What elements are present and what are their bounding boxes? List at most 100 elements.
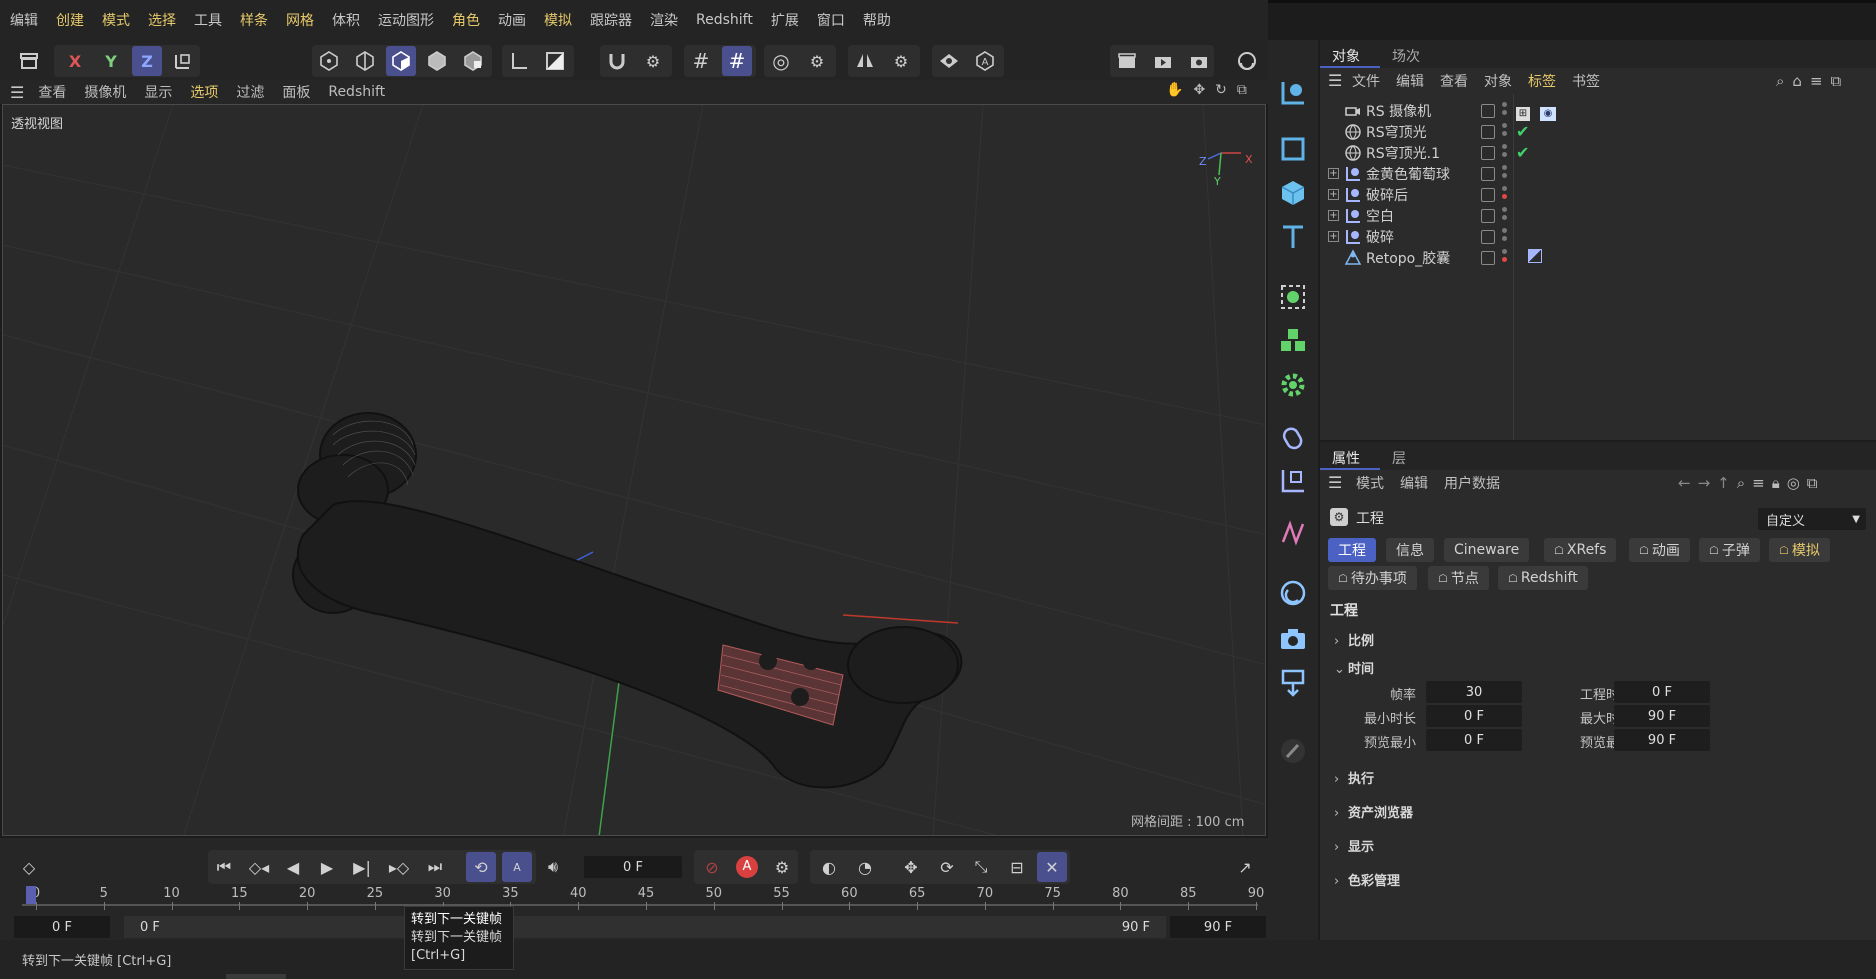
attribute-tab[interactable]: ☖ 节点	[1428, 566, 1489, 590]
move-arrows-icon[interactable]: ✥	[1193, 82, 1205, 98]
tab-attributes[interactable]: 属性	[1332, 448, 1360, 468]
visibility-dots[interactable]	[1502, 227, 1508, 246]
section-asset-browser[interactable]: › 资产浏览器	[1334, 802, 1413, 821]
volume-button[interactable]: 🔊︎	[538, 852, 568, 882]
rectangle-select-button[interactable]	[1276, 132, 1310, 166]
null-object-button[interactable]	[1276, 464, 1310, 498]
next-key-button[interactable]: ▸◇	[384, 852, 414, 882]
visibility-dots[interactable]	[1502, 101, 1508, 120]
object-menu-item[interactable]: 书签	[1572, 71, 1600, 91]
axis-y-lock-button[interactable]: Y	[96, 46, 126, 76]
soft-selection-button[interactable]: ◎	[766, 46, 796, 76]
render-picture-viewer-button[interactable]	[1148, 46, 1178, 76]
go-to-start-button[interactable]: ⏮	[209, 852, 239, 882]
preview-min-field[interactable]: 0 F	[1426, 729, 1522, 751]
key-parameter-button[interactable]: ⊟	[1002, 852, 1032, 882]
visibility-dots[interactable]	[1502, 143, 1508, 162]
maximize-view-icon[interactable]: ⧉	[1237, 82, 1247, 98]
expand-toggle-icon[interactable]: +	[1328, 231, 1339, 242]
object-name[interactable]: 破碎后	[1366, 185, 1408, 205]
key-pla-button[interactable]: ✕	[1037, 852, 1067, 882]
cloner-button[interactable]	[1276, 324, 1310, 358]
attribute-tab[interactable]: ☖ 待办事项	[1328, 566, 1417, 590]
attribute-tab[interactable]: 信息	[1386, 538, 1434, 562]
play-button[interactable]: ▶	[312, 852, 342, 882]
timeline-ruler[interactable]: 0 5 10 15 20 25 30 35 40 45 50 55 60 65 70 75 80 85 90	[22, 884, 1264, 914]
viewport-menu-item[interactable]: 过滤	[236, 82, 264, 102]
expand-toggle-icon[interactable]: +	[1328, 210, 1339, 221]
layer-flag-icon[interactable]	[1481, 208, 1495, 223]
status-scrollbar[interactable]	[226, 974, 286, 979]
menu-item[interactable]: 动画	[498, 10, 526, 30]
expand-toggle-icon[interactable]: +	[1328, 168, 1339, 179]
snap-magnet-button[interactable]	[602, 46, 632, 76]
menu-mode[interactable]: 模式	[1356, 473, 1384, 493]
object-name[interactable]: RS 摄像机	[1366, 101, 1431, 121]
previous-key-button[interactable]: ◇◂	[244, 852, 274, 882]
text-tool-button[interactable]	[1276, 220, 1310, 254]
attribute-tab[interactable]: Cineware	[1444, 538, 1530, 562]
loop-button[interactable]: ⟲	[466, 852, 496, 882]
camera-tags-icon[interactable]: ⊞ ◉	[1516, 101, 1556, 121]
camera-button[interactable]	[1276, 622, 1310, 656]
menu-item[interactable]: 编辑	[10, 10, 38, 30]
object-name[interactable]: Retopo_胶囊	[1366, 248, 1450, 268]
select-tool-button[interactable]	[1276, 76, 1310, 110]
menu-item[interactable]: Redshift	[696, 12, 753, 28]
menu-item[interactable]: 角色	[452, 10, 480, 30]
fps-field[interactable]: 30	[1426, 681, 1522, 703]
preview-max-field[interactable]: 90 F	[1614, 729, 1710, 751]
menu-edit[interactable]: 编辑	[1400, 473, 1428, 493]
render-view-button[interactable]	[1112, 46, 1142, 76]
points-mode-button[interactable]	[314, 46, 344, 76]
interactive-render-button[interactable]	[1232, 46, 1262, 76]
enabled-check-icon[interactable]: ✔	[1516, 122, 1529, 141]
hamburger-icon[interactable]: ☰	[10, 83, 24, 102]
menu-item[interactable]: 模拟	[544, 10, 572, 30]
undo-view-button[interactable]	[14, 46, 44, 76]
hamburger-icon[interactable]: ☰	[1328, 71, 1342, 90]
search-icon[interactable]: ⌕	[1776, 72, 1784, 90]
up-arrow-icon[interactable]: ↑	[1717, 474, 1730, 492]
visibility-dots[interactable]	[1502, 248, 1508, 267]
auto-keyframe-audio-button[interactable]: A	[502, 852, 532, 882]
visibility-dots[interactable]	[1502, 206, 1508, 225]
viewport-menu-item[interactable]: 显示	[144, 82, 172, 102]
menu-item[interactable]: 选择	[148, 10, 176, 30]
visibility-dots[interactable]	[1502, 164, 1508, 183]
record-keys-button[interactable]: ⊘	[697, 852, 727, 882]
layer-flag-icon[interactable]	[1481, 145, 1495, 160]
auto-button[interactable]: A	[970, 46, 1000, 76]
axis-z-lock-button[interactable]: Z	[132, 46, 162, 76]
expand-toggle-icon[interactable]: +	[1328, 189, 1339, 200]
environment-button[interactable]	[1276, 576, 1310, 610]
spline-button[interactable]	[1276, 516, 1310, 550]
cube-primitive-button[interactable]	[1276, 176, 1310, 210]
section-color-management[interactable]: › 色彩管理	[1334, 870, 1400, 889]
next-frame-button[interactable]: ▶|	[347, 852, 377, 882]
grid-snap-button[interactable]: #	[686, 46, 716, 76]
menu-item[interactable]: 模式	[102, 10, 130, 30]
object-row[interactable]: Retopo_胶囊	[1324, 245, 1876, 270]
section-display[interactable]: › 显示	[1334, 836, 1374, 855]
menu-item[interactable]: 工具	[194, 10, 222, 30]
attribute-tab[interactable]: ☖ 子弹	[1699, 538, 1760, 562]
new-window-icon[interactable]: ⧉	[1831, 72, 1842, 90]
home-icon[interactable]: ⌂	[1792, 72, 1802, 90]
min-time-field[interactable]: 0 F	[1426, 705, 1522, 727]
layer-flag-icon[interactable]	[1481, 187, 1495, 202]
menu-item[interactable]: 体积	[332, 10, 360, 30]
preset-dropdown[interactable]: 自定义 ▼	[1758, 508, 1866, 530]
menu-item[interactable]: 扩展	[771, 10, 799, 30]
range-slider[interactable]: 0 F 90 F	[124, 916, 1166, 938]
menu-item[interactable]: 运动图形	[378, 10, 434, 30]
viewport-menu-item[interactable]: 摄像机	[84, 82, 126, 102]
motion-system-button[interactable]: ◐	[814, 852, 844, 882]
playhead[interactable]	[26, 886, 36, 904]
render-settings-button[interactable]	[1184, 46, 1214, 76]
visibility-dots[interactable]	[1502, 185, 1508, 204]
polygons-mode-button[interactable]	[386, 46, 416, 76]
attribute-tab[interactable]: ☖ 模拟	[1769, 538, 1830, 562]
menu-item[interactable]: 跟踪器	[590, 10, 632, 30]
soft-settings-button[interactable]: ⚙	[802, 46, 832, 76]
